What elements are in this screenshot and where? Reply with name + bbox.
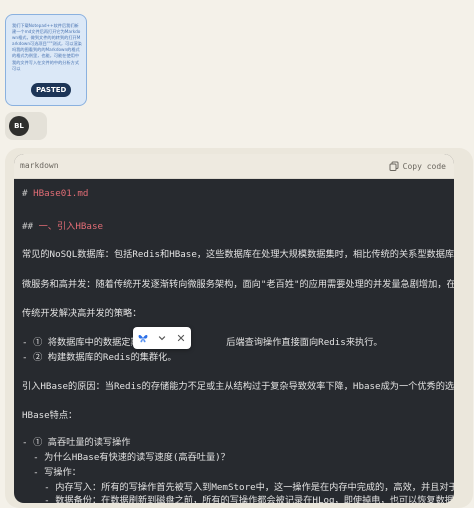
close-icon[interactable] bbox=[174, 331, 188, 345]
user-avatar-container: BL bbox=[5, 112, 47, 140]
code-line: - ② 构建数据库的Redis的集群化。 bbox=[22, 349, 177, 363]
code-token: - 写操作： bbox=[22, 467, 81, 478]
code-content[interactable]: # HBase01.md ## 一、引入HBase 常见的NoSQL数据库：包括Re… bbox=[14, 178, 454, 503]
pasted-badge: PASTED bbox=[31, 83, 72, 97]
code-token: 引入HBase的原因：当Redis的存储能力不足或主从结构过于复杂导致效率下降，… bbox=[22, 381, 454, 392]
code-token: 一、引入HBase bbox=[38, 221, 104, 232]
code-language-label: markdown bbox=[20, 161, 59, 170]
copy-code-button[interactable]: Copy code bbox=[389, 159, 446, 173]
code-line: - ① 高吞吐量的读写操作 bbox=[22, 434, 130, 448]
code-block-header: markdown Copy code bbox=[14, 154, 454, 179]
code-token: 常见的NoSQL数据库：包括Redis和HBase，这些数据库在处理大规模数据集… bbox=[22, 249, 454, 260]
code-line: 常见的NoSQL数据库：包括Redis和HBase，这些数据库在处理大规模数据集… bbox=[22, 246, 454, 260]
code-line: HBase特点： bbox=[22, 407, 77, 421]
code-line: 微服务和高并发：随着传统开发逐渐转向微服务架构，面向"老百姓"的应用需要处理的并… bbox=[22, 276, 454, 290]
code-block: markdown Copy code # HBase01.md ## 一、引入HB… bbox=[14, 154, 454, 503]
code-line: - ① 将数据库中的数据定期存 后端查询操作直接面向Redis来执行。 bbox=[22, 334, 383, 348]
code-token: - ① 将数据库中的数据定期存 bbox=[22, 337, 149, 348]
code-token: HBase特点： bbox=[22, 410, 78, 421]
chevron-down-icon[interactable] bbox=[155, 331, 169, 345]
code-line: - 数据备份：在数据刷新到磁盘之前，所有的写操作都会被记录在HLog，即使掉电，… bbox=[22, 492, 454, 503]
code-token: ## bbox=[22, 221, 39, 232]
code-token: 传统开发解决高并发的策略： bbox=[22, 308, 142, 319]
code-line: 传统开发解决高并发的策略： bbox=[22, 305, 141, 319]
code-token: 微服务和高并发：随着传统开发逐渐转向微服务架构，面向"老百姓"的应用需要处理的并… bbox=[22, 279, 454, 290]
butterfly-icon[interactable] bbox=[136, 331, 150, 345]
pasted-content-card[interactable]: 我们下载Notepad++软件后我们新建一个md文件后再打开它为Markdown… bbox=[5, 14, 87, 106]
pasted-preview-text: 我们下载Notepad++软件后我们新建一个md文件后再打开它为Markdown… bbox=[12, 23, 82, 71]
code-token: - ① 高吞吐量的读写操作 bbox=[22, 437, 131, 448]
avatar: BL bbox=[9, 116, 29, 136]
code-token: HBase01.md bbox=[33, 188, 89, 199]
code-token: - ② 构建数据库的Redis的集群化。 bbox=[22, 352, 177, 363]
code-line: 引入HBase的原因：当Redis的存储能力不足或主从结构过于复杂导致效率下降，… bbox=[22, 378, 454, 392]
code-line: - 为什么HBase有快速的读写速度(高吞吐量)？ bbox=[22, 449, 230, 463]
code-line: # HBase01.md bbox=[22, 188, 88, 199]
copy-code-label: Copy code bbox=[402, 161, 446, 171]
code-line: - 写操作： bbox=[22, 464, 81, 478]
code-token: - 数据备份：在数据刷新到磁盘之前，所有的写操作都会被记录在HLog，即使掉电，… bbox=[22, 495, 454, 503]
code-token: # bbox=[22, 188, 34, 199]
code-token: - 为什么HBase有快速的读写速度(高吞吐量)？ bbox=[22, 452, 230, 463]
code-line: - 内存写入：所有的写操作首先被写入到MemStore中，这一操作是在内存中完成… bbox=[22, 479, 454, 493]
selection-toolbar bbox=[133, 327, 191, 349]
code-line: ## 一、引入HBase bbox=[22, 218, 103, 232]
copy-icon bbox=[389, 161, 399, 171]
